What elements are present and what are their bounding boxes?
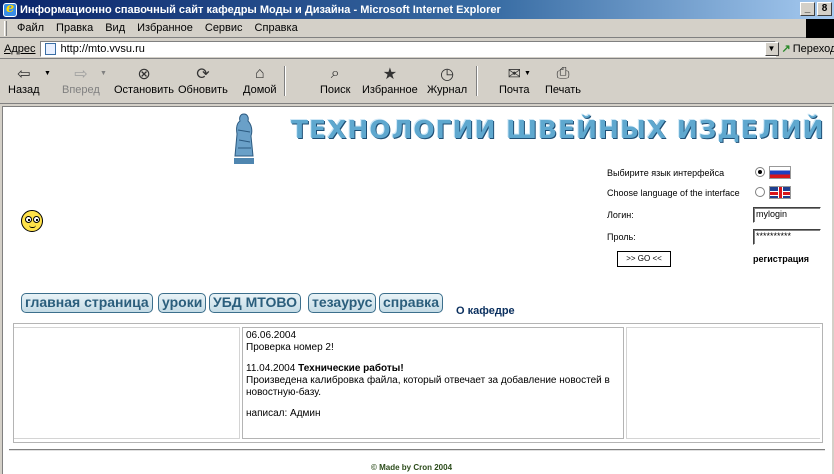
menu-file[interactable]: Файл [11, 22, 50, 34]
site-title: ТЕХНОЛОГИИ ШВЕЙНЫХ ИЗДЕЛИЙ [291, 115, 825, 144]
ie-icon [3, 1, 17, 17]
password-label: Проль: [607, 232, 636, 242]
toolbar-grip[interactable] [4, 20, 7, 36]
menu-favorites[interactable]: Избранное [131, 22, 199, 34]
forward-arrow-icon: ⇨ [74, 66, 88, 83]
news-text: Проверка номер 2! [246, 342, 334, 353]
nav-about-department[interactable]: О кафедре [456, 305, 515, 317]
home-icon: ⌂ [254, 65, 265, 82]
menu-view[interactable]: Вид [99, 22, 131, 34]
news-headline: Технические работы! [298, 363, 404, 374]
toolbar-separator [476, 66, 478, 96]
nav-ubd-mtovo[interactable]: УБД МТОВО [209, 293, 302, 313]
history-icon: ◷ [440, 66, 455, 83]
login-go-button[interactable]: >> GO << [617, 251, 671, 267]
go-label: Переход [792, 42, 834, 55]
nav-lessons[interactable]: уроки [158, 293, 207, 313]
news-left-column [14, 327, 240, 439]
menu-bar: Файл Правка Вид Избранное Сервис Справка [0, 19, 834, 38]
print-icon: ⎙ [556, 65, 570, 82]
back-button[interactable]: ⇦ Назад [8, 64, 40, 102]
stop-label: Остановить [114, 84, 175, 96]
news-cell: 06.06.2004 Проверка номер 2! 11.04.2004 … [242, 327, 624, 439]
back-label: Назад [8, 84, 40, 96]
window-title: Информационно спавочный сайт кафедры Мод… [20, 3, 501, 16]
back-arrow-icon: ⇦ [17, 66, 31, 83]
forward-button[interactable]: ⇨ Вперед [62, 64, 100, 102]
refresh-icon: ⟳ [196, 66, 210, 83]
stop-icon: ⊗ [137, 66, 151, 83]
forward-label: Вперед [62, 84, 100, 96]
print-label: Печать [545, 84, 582, 96]
menu-help[interactable]: Справка [249, 22, 304, 34]
back-dropdown-icon[interactable]: ▼ [44, 70, 51, 77]
password-input[interactable]: ********** [753, 229, 821, 245]
address-dropdown-button[interactable]: ▼ [764, 41, 779, 56]
search-icon: ⌕ [330, 65, 340, 82]
news-right-column [626, 327, 820, 439]
news-text: Произведена калибровка файла, который от… [246, 375, 610, 398]
statue-logo-icon [234, 113, 254, 164]
favorites-label: Избранное [362, 84, 418, 96]
search-button[interactable]: ⌕ Поиск [320, 64, 350, 102]
nav-help[interactable]: справка [379, 293, 443, 313]
divider [9, 449, 825, 451]
login-input[interactable]: mylogin [753, 207, 821, 223]
address-input[interactable]: http://mto.vvsu.ru ▼ [39, 40, 779, 57]
favorites-button[interactable]: ★ Избранное [362, 64, 418, 102]
mail-label: Почта [499, 84, 530, 96]
print-button[interactable]: ⎙ Печать [545, 64, 581, 102]
history-button[interactable]: ◷ Журнал [427, 64, 467, 102]
forward-dropdown-icon[interactable]: ▼ [100, 70, 107, 77]
go-button[interactable]: ↗ Переход [781, 42, 834, 56]
home-button[interactable]: ⌂ Домой [243, 64, 277, 102]
toolbar-separator [284, 66, 286, 96]
menu-edit[interactable]: Правка [50, 22, 99, 34]
mail-icon: ✉ [507, 66, 521, 83]
language-en-radio[interactable] [755, 187, 765, 197]
news-author: написал: Админ [246, 408, 321, 419]
news-date: 11.04.2004 [246, 363, 296, 374]
refresh-label: Обновить [178, 84, 228, 96]
search-label: Поиск [320, 84, 351, 96]
address-bar: Адрес http://mto.vvsu.ru ▼ ↗ Переход [0, 39, 834, 59]
nav-home[interactable]: главная страница [21, 293, 153, 313]
news-item: 11.04.2004 Технические работы! [246, 363, 620, 375]
address-label: Адрес [4, 42, 36, 55]
login-label: Логин: [607, 210, 634, 220]
mail-dropdown-icon[interactable]: ▼ [524, 70, 531, 77]
standard-toolbar: ⇦ Назад ▼ ⇨ Вперед ▼ ⊗ Остановить ⟳ Обно… [0, 60, 834, 104]
refresh-button[interactable]: ⟳ Обновить [178, 64, 228, 102]
news-date: 06.06.2004 [246, 330, 297, 341]
go-arrow-icon: ↗ [781, 43, 791, 55]
language-ru-label: Выбирите язык интерфейса [607, 168, 725, 178]
uk-flag-icon [769, 186, 791, 199]
home-label: Домой [243, 84, 277, 96]
smiley-icon [21, 210, 43, 232]
history-label: Журнал [427, 84, 468, 96]
page-icon [44, 42, 56, 55]
page-viewport[interactable]: ТЕХНОЛОГИИ ШВЕЙНЫХ ИЗДЕЛИЙ Выбирите язык… [2, 106, 834, 474]
menu-tools[interactable]: Сервис [199, 22, 249, 34]
address-url: http://mto.vvsu.ru [60, 42, 145, 55]
russian-flag-icon [769, 166, 791, 179]
window-title-bar: Информационно спавочный сайт кафедры Мод… [0, 0, 834, 19]
stop-button[interactable]: ⊗ Остановить [114, 64, 174, 102]
maximize-button[interactable]: 8 [817, 2, 832, 16]
news-table: 06.06.2004 Проверка номер 2! 11.04.2004 … [13, 323, 823, 443]
language-ru-radio[interactable] [755, 167, 765, 177]
windows-logo-icon [806, 19, 834, 38]
favorites-icon: ★ [382, 66, 398, 83]
nav-thesaurus[interactable]: тезаурус [308, 293, 377, 313]
register-link[interactable]: регистрация [753, 254, 809, 264]
minimize-button[interactable]: _ [800, 2, 815, 16]
footer-credit: © Made by Cron 2004 [371, 463, 453, 472]
language-en-label: Choose language of the interface [607, 188, 740, 198]
